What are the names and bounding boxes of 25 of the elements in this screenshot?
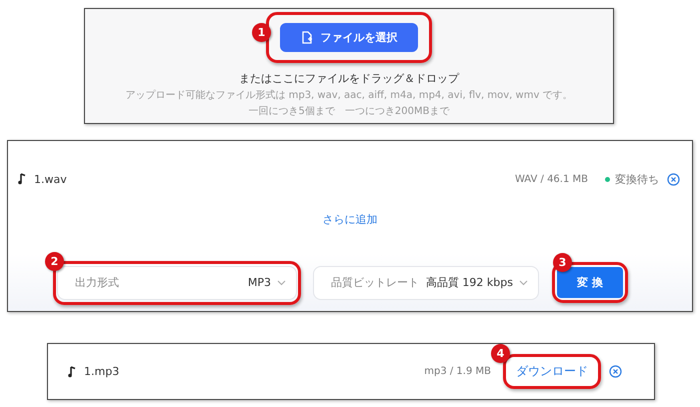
file-name: 1.wav xyxy=(34,172,67,186)
music-note-icon xyxy=(18,173,26,185)
limits-note: 一回につき5個まで 一つにつき200MBまで xyxy=(248,105,450,118)
close-icon[interactable] xyxy=(667,172,680,186)
select-file-button[interactable]: ファイルを選択 xyxy=(280,23,418,52)
file-status: 変換待ち xyxy=(615,172,659,186)
close-icon[interactable] xyxy=(609,365,622,378)
drop-hint: またはここにファイルをドラッグ＆ドロップ xyxy=(239,71,459,86)
step-badge: 1 xyxy=(252,23,271,42)
step-badge: 4 xyxy=(491,344,510,363)
chevron-down-icon xyxy=(519,280,528,286)
file-name: 1.mp3 xyxy=(84,365,120,378)
step-badge: 3 xyxy=(553,253,572,272)
step-badge: 2 xyxy=(45,252,64,270)
file-info: mp3 / 1.9 MB xyxy=(424,366,491,377)
file-info: WAV / 46.1 MB xyxy=(514,174,588,184)
bitrate-select[interactable]: 品質ビットレート 高品質 192 kbps xyxy=(313,266,539,300)
convert-button[interactable]: 変 換 xyxy=(557,267,623,298)
file-add-icon xyxy=(300,31,312,44)
chevron-down-icon xyxy=(277,280,286,286)
formats-note: アップロード可能なファイル形式は mp3, wav, aac, aiff, m4a, mp4, avi, flv, mov, wmv です。 xyxy=(125,88,573,102)
add-more-link[interactable]: さらに追加 xyxy=(322,213,378,226)
download-link[interactable]: ダウンロード xyxy=(516,364,588,378)
output-format-select[interactable]: 出力形式 MP3 xyxy=(57,266,297,300)
music-note-icon xyxy=(68,366,76,378)
